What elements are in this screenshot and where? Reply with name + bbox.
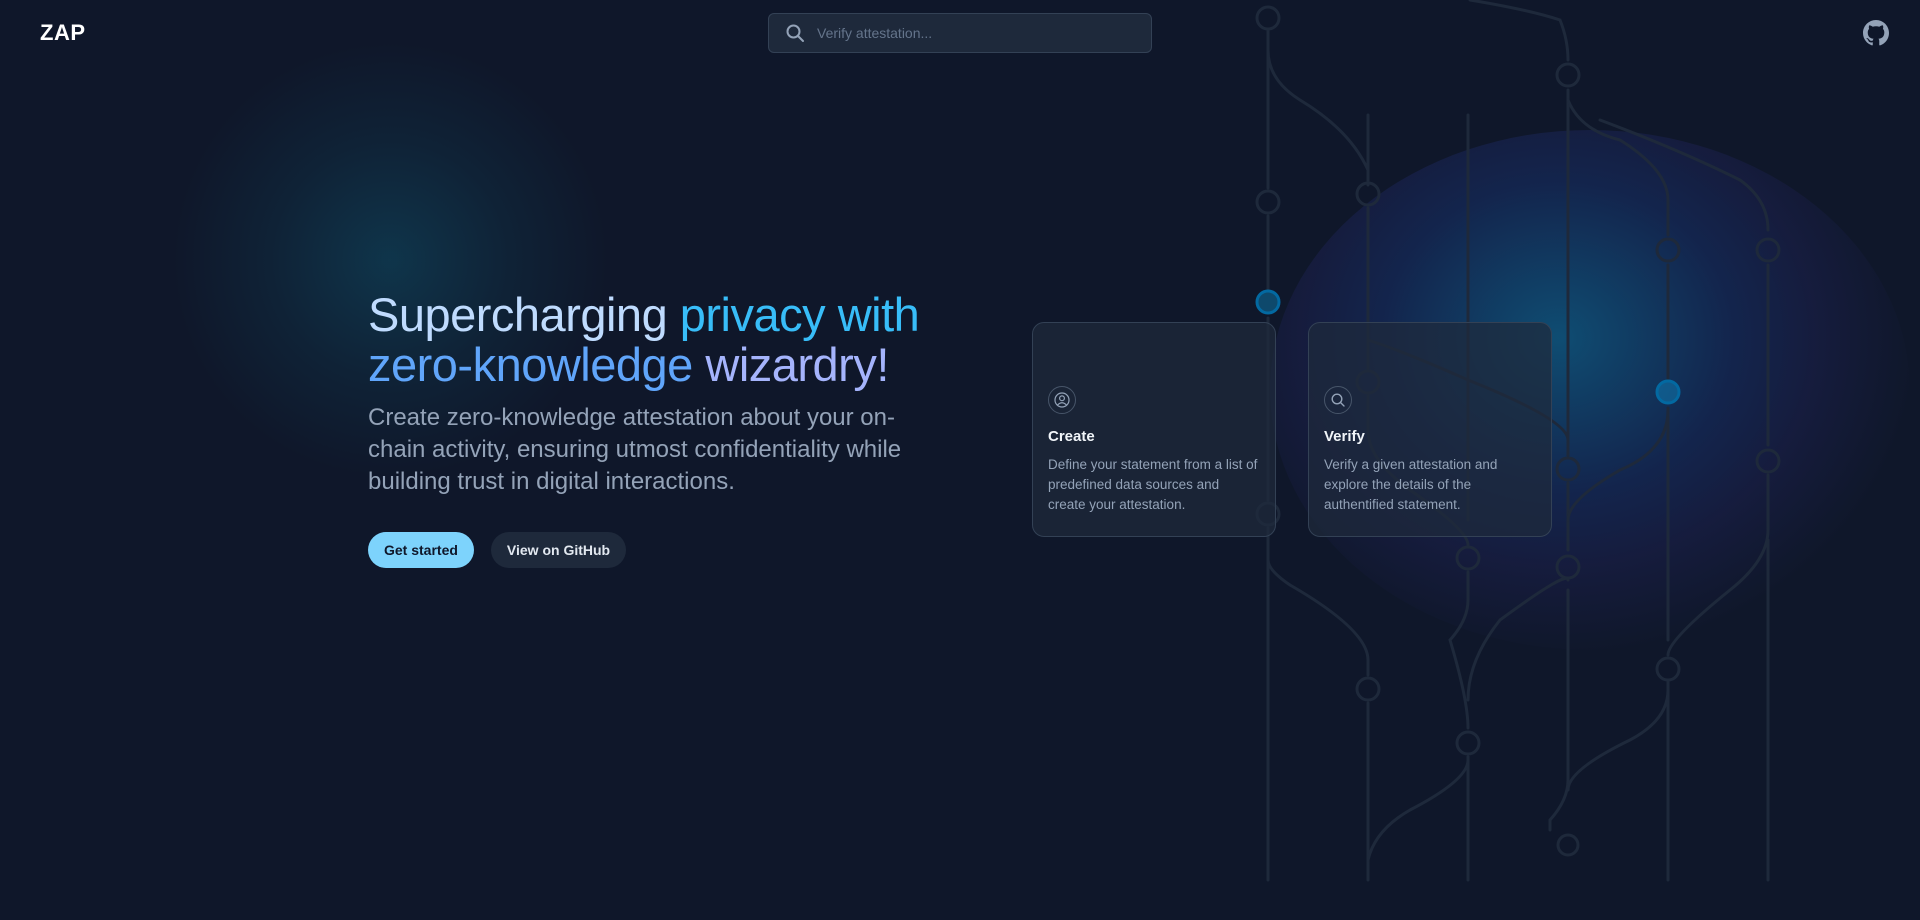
circuit-line	[1566, 408, 1670, 522]
circuit-line	[1448, 570, 1470, 730]
verify-card[interactable]: Verify Verify a given attestation and ex…	[1308, 322, 1552, 537]
circuit-line	[1266, 526, 1370, 677]
circuit-node	[1655, 656, 1681, 682]
circuit-line	[1466, 576, 1570, 702]
circuit-line	[1566, 98, 1670, 237]
circuit-node	[1555, 62, 1581, 88]
user-icon	[1048, 386, 1076, 414]
logo[interactable]: ZAP	[40, 20, 86, 46]
circuit-line	[1548, 588, 1570, 832]
circuit-line	[1266, 28, 1370, 187]
search-icon	[1324, 386, 1352, 414]
circuit-node	[1255, 189, 1281, 215]
circuit-node	[1355, 676, 1381, 702]
circuit-node	[1556, 833, 1580, 857]
circuit-node	[1555, 456, 1581, 482]
hero-subtitle: Create zero-knowledge attestation about …	[368, 404, 902, 495]
circuit-node	[1655, 237, 1681, 263]
hero-title-part2: privacy with	[679, 288, 920, 341]
search-input[interactable]	[815, 24, 1151, 42]
get-started-button[interactable]: Get started	[368, 532, 474, 568]
hero-title-part1: Supercharging	[368, 288, 680, 341]
circuit-node	[1555, 554, 1581, 580]
circuit-line	[1598, 118, 1770, 232]
circuit-node	[1255, 5, 1281, 31]
circuit-line	[1666, 473, 1770, 657]
search-icon	[785, 23, 805, 43]
landing-page: ZAP Supercharging privacy withzero-knowl…	[0, 0, 1920, 920]
hero-title-part3: zero-knowledge	[368, 338, 693, 391]
hero-title-part4: wizardry!	[692, 338, 889, 391]
hero-buttons: Get started View on GitHub	[368, 532, 928, 568]
circuit-line	[1468, 0, 1570, 62]
create-card-title: Create	[1048, 428, 1095, 445]
hero-section: Supercharging privacy with zero-knowledge…	[368, 290, 928, 568]
create-card[interactable]: Create Define your statement from a list…	[1032, 322, 1276, 537]
circuit-node	[1455, 545, 1481, 571]
circuit-node	[1455, 730, 1481, 756]
create-card-description: Define your statement from a list of pre…	[1048, 457, 1258, 512]
circuit-node	[1755, 448, 1781, 474]
circuit-line	[1566, 688, 1670, 792]
hero-title: Supercharging privacy with zero-knowledge…	[368, 290, 928, 390]
circuit-line	[1366, 755, 1470, 862]
verify-card-title: Verify	[1324, 428, 1365, 445]
circuit-node	[1655, 379, 1681, 405]
github-icon[interactable]	[1863, 20, 1889, 46]
search-bar[interactable]	[768, 13, 1152, 53]
view-on-github-button[interactable]: View on GitHub	[490, 532, 627, 568]
circuit-node	[1755, 237, 1781, 263]
circuit-node	[1255, 289, 1281, 315]
verify-card-description: Verify a given attestation and explore t…	[1324, 457, 1498, 512]
